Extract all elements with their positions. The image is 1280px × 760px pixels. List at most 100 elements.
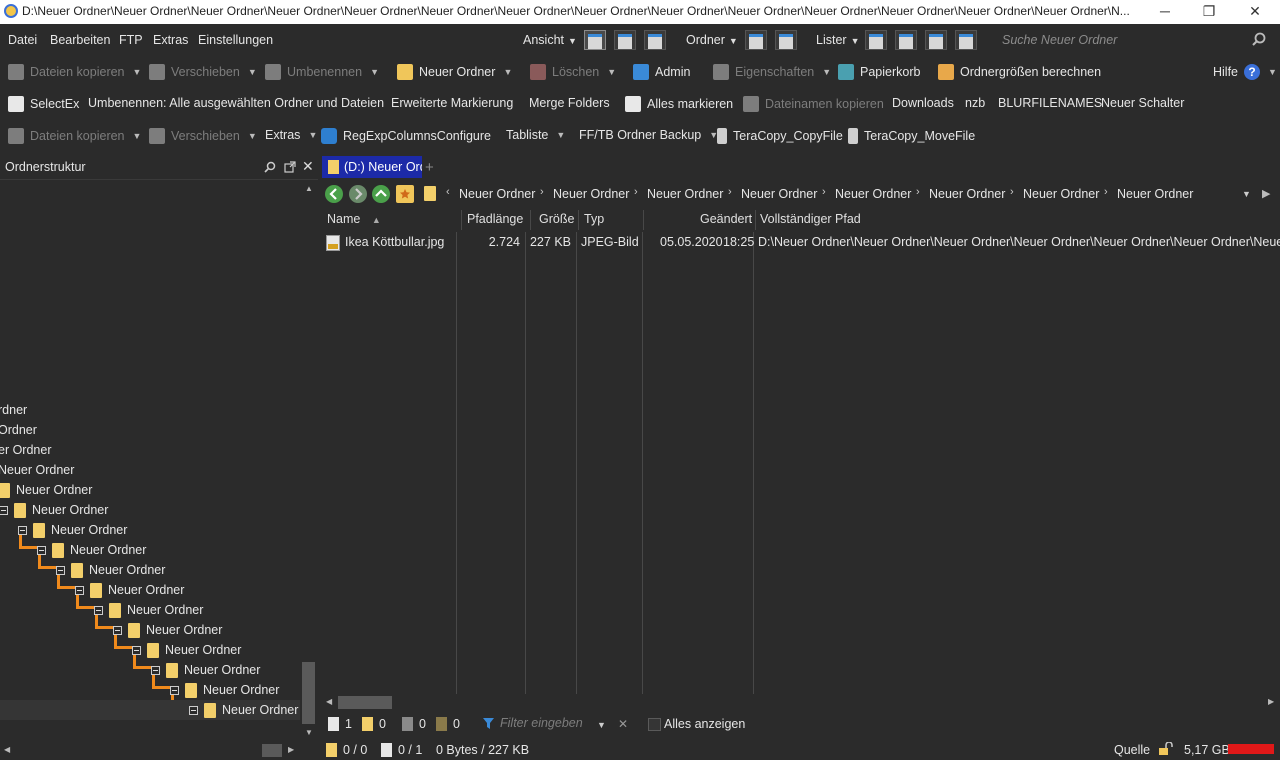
unlock-icon[interactable] <box>1158 742 1174 756</box>
chevron-right-icon[interactable]: › <box>540 186 544 198</box>
admin-button[interactable]: Admin <box>633 64 690 80</box>
copy-files-button[interactable]: Dateien kopieren ▼ <box>8 64 141 80</box>
tree-item[interactable]: Neuer Ordner <box>75 580 184 600</box>
filter-icon[interactable] <box>482 717 495 730</box>
breadcrumb-item[interactable]: Neuer Ordner <box>553 187 629 201</box>
search-icon[interactable] <box>1252 32 1266 46</box>
collapse-icon[interactable] <box>37 545 46 555</box>
forward-icon[interactable] <box>349 185 367 203</box>
chevron-right-icon[interactable]: › <box>822 186 826 198</box>
breadcrumb-item[interactable]: Neuer Ordner <box>647 187 723 201</box>
column-pathlength[interactable]: Pfadlänge <box>467 212 523 226</box>
recycle-bin-button[interactable]: Papierkorb <box>838 64 920 80</box>
tree-item[interactable]: Neuer Ordner <box>0 460 74 480</box>
advanced-mark-button[interactable]: Erweiterte Markierung <box>391 96 513 110</box>
scroll-right-icon[interactable]: ▶ <box>288 745 294 754</box>
add-tab-button[interactable]: + <box>425 159 434 176</box>
breadcrumb-item[interactable]: Neuer Ordner <box>741 187 817 201</box>
file-list[interactable] <box>322 232 1280 694</box>
up-icon[interactable] <box>372 185 390 203</box>
chevron-right-icon[interactable]: › <box>1104 186 1108 198</box>
collapse-icon[interactable] <box>75 585 84 595</box>
lister-single-button[interactable] <box>865 30 887 50</box>
teracopy-move-button[interactable]: TeraCopy_MoveFile <box>848 128 975 144</box>
column-divider[interactable] <box>461 210 462 230</box>
lister-dual-vertical-button[interactable] <box>895 30 917 50</box>
new-folder-button[interactable]: Neuer Ordner ▼ <box>397 64 512 80</box>
chevron-right-icon[interactable]: › <box>634 186 638 198</box>
lister-menu[interactable]: Lister ▼ <box>816 33 860 47</box>
view-preview-button[interactable] <box>614 30 636 50</box>
popout-icon[interactable] <box>284 161 296 173</box>
scroll-down-icon[interactable]: ▼ <box>305 728 313 737</box>
tree-item[interactable]: Neuer Ordner <box>18 520 127 540</box>
file-list-hscroll-thumb[interactable] <box>338 696 392 709</box>
mark-all-button[interactable]: Alles markieren <box>625 96 733 112</box>
tree-item[interactable]: Neuer Ordner <box>56 560 165 580</box>
show-all-checkbox[interactable] <box>648 718 661 731</box>
breadcrumb-item[interactable]: Neuer Ordner <box>459 187 535 201</box>
move-button-2[interactable]: Verschieben ▼ <box>149 128 257 144</box>
tree-item[interactable]: Neuer Ordner <box>170 680 279 700</box>
chevron-right-icon[interactable]: › <box>916 186 920 198</box>
breadcrumb-item[interactable]: Neuer Ordner <box>1117 187 1193 201</box>
ordner-menu[interactable]: Ordner ▼ <box>686 33 738 47</box>
merge-folders-button[interactable]: Merge Folders <box>529 96 610 110</box>
breadcrumb-item[interactable]: Neuer Ordner <box>1023 187 1099 201</box>
back-icon[interactable] <box>325 185 343 203</box>
copy-files-button-2[interactable]: Dateien kopieren ▼ <box>8 128 141 144</box>
column-divider[interactable] <box>530 210 531 230</box>
tree-item[interactable]: rdner <box>0 400 27 420</box>
rename-button[interactable]: Umbenennen ▼ <box>265 64 379 80</box>
menu-ftp[interactable]: FTP <box>119 33 143 47</box>
tree-item[interactable]: Neuer Ordner <box>94 600 203 620</box>
column-divider[interactable] <box>578 210 579 230</box>
tree-item[interactable]: Neuer Ordner <box>37 540 146 560</box>
copy-names-button[interactable]: Dateinamen kopieren <box>743 96 884 112</box>
folder-view2-button[interactable] <box>775 30 797 50</box>
tree-item[interactable]: Ordner <box>0 420 37 440</box>
tree-item[interactable]: Neuer Ordner <box>113 620 222 640</box>
extras-button[interactable]: Extras ▼ <box>265 128 317 142</box>
breadcrumb-item[interactable]: Neuer Ordner <box>929 187 1005 201</box>
lister-dual-horizontal-button[interactable] <box>925 30 947 50</box>
blurfilenames-button[interactable]: BLURFILENAMES <box>998 96 1102 110</box>
breadcrumb-item[interactable]: Neuer Ordner <box>835 187 911 201</box>
scroll-left-icon[interactable]: ◀ <box>4 745 10 754</box>
downloads-button[interactable]: Downloads <box>892 96 954 110</box>
scroll-left-icon[interactable]: ◀ <box>326 697 332 706</box>
nzb-button[interactable]: nzb <box>965 96 985 110</box>
tree-vertical-scrollbar[interactable]: ▲ ▼ <box>300 180 318 742</box>
folder-sizes-button[interactable]: Ordnergrößen berechnen <box>938 64 1101 80</box>
tab-active[interactable]: (D:) Neuer Ordner <box>322 156 422 178</box>
ansicht-menu[interactable]: Ansicht ▼ <box>523 33 577 47</box>
tree-horizontal-scrollbar[interactable]: ◀ ▶ <box>0 742 300 760</box>
expand-icon[interactable] <box>189 705 198 715</box>
menu-einstellungen[interactable]: Einstellungen <box>198 33 273 47</box>
tree-item[interactable]: Neuer Ordner <box>0 500 108 520</box>
menu-extras[interactable]: Extras <box>153 33 188 47</box>
collapse-icon[interactable] <box>151 665 160 675</box>
chevron-right-icon[interactable]: › <box>728 186 732 198</box>
column-size[interactable]: Größe <box>539 212 574 226</box>
chevron-down-icon[interactable]: ▼ <box>1242 189 1251 199</box>
collapse-icon[interactable] <box>56 565 65 575</box>
new-button-button[interactable]: Neuer Schalter <box>1101 96 1184 110</box>
column-type[interactable]: Typ <box>584 212 604 226</box>
tree-hscroll-thumb[interactable] <box>262 744 282 757</box>
scroll-right-icon[interactable]: ▶ <box>1268 697 1274 706</box>
chevron-down-icon[interactable]: ▼ <box>597 720 606 730</box>
teracopy-copy-button[interactable]: TeraCopy_CopyFile <box>717 128 843 144</box>
collapse-icon[interactable] <box>94 605 103 615</box>
column-divider[interactable] <box>643 210 644 230</box>
folder-view1-button[interactable] <box>745 30 767 50</box>
minimize-button[interactable]: ─ <box>1142 0 1188 24</box>
rename-all-button[interactable]: Umbenennen: Alle ausgewählten Ordner und… <box>88 96 384 110</box>
lister-tree-button[interactable] <box>955 30 977 50</box>
view-details-button[interactable] <box>584 30 606 50</box>
column-divider[interactable] <box>755 210 756 230</box>
restore-button[interactable]: ❐ <box>1186 0 1232 24</box>
collapse-icon[interactable] <box>18 525 27 535</box>
search-input[interactable]: Suche Neuer Ordner <box>994 28 1274 52</box>
column-name[interactable]: Name ▲ <box>327 212 381 226</box>
